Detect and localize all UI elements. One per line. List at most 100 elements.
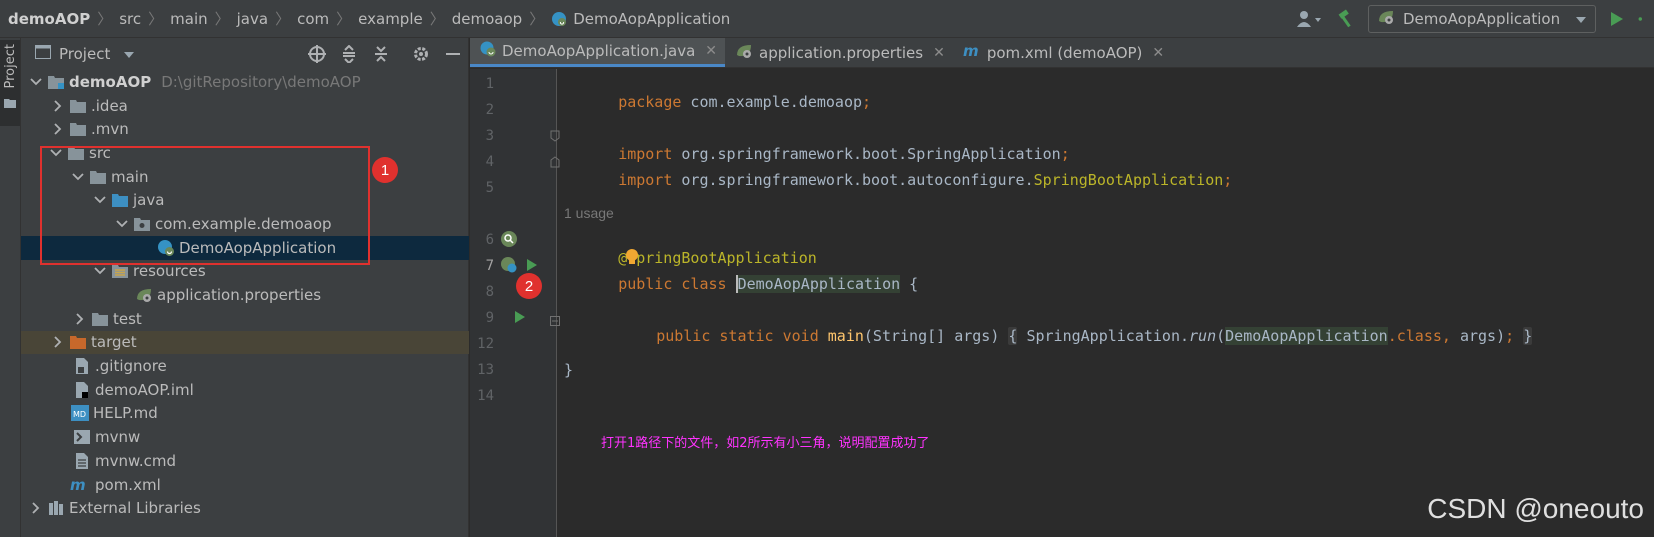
tree-item-external-libraries[interactable]: External Libraries	[21, 496, 469, 520]
breadcrumb-separator: 〉	[148, 10, 164, 28]
breadcrumb-item-src[interactable]: src	[119, 10, 141, 28]
tool-window-stripe: Project	[0, 38, 21, 537]
code-token: import	[618, 171, 673, 189]
code-token: ;	[1223, 171, 1233, 189]
close-icon[interactable]: ✕	[705, 43, 717, 59]
tree-item-help-md[interactable]: MD HELP.md	[21, 402, 469, 426]
tab-pom-xml[interactable]: m pom.xml (demoAOP) ✕	[953, 38, 1172, 67]
fold-expand-icon[interactable]	[550, 312, 560, 330]
line-number: 13	[477, 362, 494, 378]
watermark: CSDN @oneouto	[1427, 493, 1644, 524]
tree-item-idea[interactable]: .idea	[21, 94, 469, 118]
breadcrumb-item-demoaop[interactable]: demoaop	[452, 10, 522, 28]
folder-icon	[69, 121, 87, 137]
svg-text:MD: MD	[73, 410, 86, 419]
code-token: args)	[1459, 327, 1506, 345]
tree-item-pom[interactable]: m pom.xml	[21, 473, 469, 497]
tree-item-label: mvnw.cmd	[95, 451, 177, 470]
code-token: .class	[1387, 327, 1442, 345]
code-token: (	[1216, 327, 1226, 345]
expand-all-icon[interactable]	[340, 45, 358, 63]
code-token: com.example.demoaop	[681, 93, 863, 111]
line-number: 1	[485, 76, 494, 92]
line-number: 5	[485, 180, 494, 196]
code-editor[interactable]: package com.example.demoaop; import org.…	[564, 69, 1654, 537]
resources-folder-icon	[111, 263, 129, 279]
project-tree: demoAOP D:\gitRepository\demoAOP .idea .…	[21, 70, 469, 520]
tab-demoaopapplication-java[interactable]: DemoAopApplication.java ✕	[470, 38, 726, 67]
close-icon[interactable]: ✕	[1152, 45, 1164, 61]
debug-icon[interactable]	[1638, 8, 1646, 30]
user-menu-icon[interactable]	[1296, 8, 1324, 30]
tree-item-iml[interactable]: demoAOP.iml	[21, 378, 469, 402]
fold-marker-icon[interactable]	[550, 154, 560, 172]
chevron-right-icon[interactable]	[51, 99, 65, 113]
tree-item-path: D:\gitRepository\demoAOP	[161, 72, 361, 91]
breadcrumb-item-example[interactable]: example	[358, 10, 423, 28]
code-line-7: public class DemoAopApplication {	[564, 257, 918, 311]
code-token: public class	[618, 275, 736, 293]
tab-application-properties[interactable]: application.properties ✕	[725, 38, 953, 67]
tree-item-mvn[interactable]: .mvn	[21, 117, 469, 141]
view-mode-dropdown-icon[interactable]	[124, 45, 135, 63]
tree-item-label: pom.xml	[95, 475, 161, 494]
tree-item-target[interactable]: target	[21, 330, 469, 355]
folder-icon	[4, 94, 16, 112]
libraries-icon	[47, 500, 65, 516]
run-main-gutter-icon[interactable]	[514, 310, 526, 328]
tree-item-label: demoAOP	[69, 72, 152, 91]
breadcrumb-separator: 〉	[275, 10, 291, 28]
code-token: SpringApplication.	[1017, 327, 1190, 345]
navigation-bar: demoAOP 〉 src 〉 main 〉 java 〉 com 〉 exam…	[0, 0, 1654, 38]
gitignore-file-icon	[73, 358, 91, 375]
code-token: org.springframework.boot.autoconfigure.	[672, 171, 1034, 189]
breadcrumb-separator: 〉	[429, 10, 445, 28]
tree-item-demoaop[interactable]: demoAOP D:\gitRepository\demoAOP	[21, 70, 469, 94]
close-icon[interactable]: ✕	[933, 45, 945, 61]
breadcrumb-item-main[interactable]: main	[170, 10, 207, 28]
chevron-down-icon[interactable]	[93, 264, 107, 278]
tree-item-mvnw-cmd[interactable]: mvnw.cmd	[21, 449, 469, 473]
spring-bean-icon[interactable]	[500, 256, 518, 278]
code-token: run	[1189, 327, 1217, 345]
hide-panel-icon[interactable]	[444, 45, 462, 63]
chevron-right-icon[interactable]	[73, 312, 87, 326]
spring-bean-search-icon[interactable]	[500, 230, 518, 252]
tree-item-label: .idea	[91, 96, 128, 115]
chevron-right-icon[interactable]	[29, 501, 43, 515]
usage-hint[interactable]: 1 usage	[564, 205, 614, 221]
excluded-folder-icon	[69, 334, 87, 350]
build-hammer-icon[interactable]	[1334, 7, 1358, 31]
locate-file-icon[interactable]	[308, 45, 326, 63]
breadcrumb-item-java[interactable]: java	[237, 10, 268, 28]
tree-item-application-properties[interactable]: application.properties	[21, 283, 469, 307]
maven-file-icon: m	[963, 42, 981, 62]
run-icon[interactable]	[1606, 8, 1628, 30]
folder-icon	[91, 311, 109, 327]
code-token: package	[618, 93, 682, 111]
project-view-icon	[35, 45, 51, 63]
breadcrumb-item-class[interactable]: DemoAopApplication	[551, 10, 730, 28]
chevron-right-icon[interactable]	[51, 122, 65, 136]
tree-item-gitignore[interactable]: .gitignore	[21, 354, 469, 378]
collapse-all-icon[interactable]	[372, 45, 390, 63]
tree-item-test[interactable]: test	[21, 307, 469, 331]
spring-boot-class-icon	[480, 41, 496, 61]
tree-item-mvnw[interactable]: mvnw	[21, 425, 469, 449]
module-folder-icon	[47, 74, 65, 90]
chevron-down-icon[interactable]	[29, 75, 43, 89]
run-configuration-selector[interactable]: DemoAopApplication	[1368, 5, 1596, 33]
fold-marker-icon[interactable]	[550, 128, 560, 146]
annotation-highlight-box	[40, 146, 370, 265]
project-panel: Project demoAOP D:\gitRepository\demoAOP	[21, 38, 469, 537]
project-tool-window-button[interactable]: Project	[0, 40, 20, 126]
project-panel-title[interactable]: Project	[59, 45, 110, 63]
breadcrumb-item-com[interactable]: com	[297, 10, 329, 28]
code-token: public static void	[656, 327, 828, 345]
gear-icon[interactable]	[412, 45, 430, 63]
tree-item-label: application.properties	[157, 286, 322, 305]
line-number: 14	[477, 388, 494, 404]
chevron-right-icon[interactable]	[51, 335, 65, 349]
svg-text:m: m	[70, 478, 86, 492]
breadcrumb-item-project[interactable]: demoAOP	[8, 10, 90, 28]
